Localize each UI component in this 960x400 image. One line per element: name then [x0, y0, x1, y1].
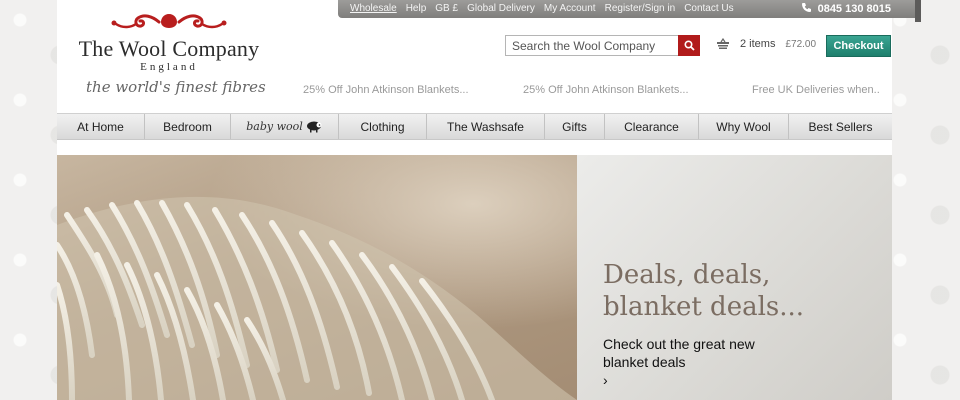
- currency-link[interactable]: GB £: [435, 3, 458, 14]
- utility-links: Wholesale Help GB £ Global Delivery My A…: [350, 3, 743, 14]
- nav-item-clearance[interactable]: Clearance: [605, 114, 699, 139]
- phone-icon: [801, 2, 812, 16]
- global-delivery-link[interactable]: Global Delivery: [467, 3, 535, 14]
- logo-ornament: [111, 14, 227, 29]
- basket-icon: [717, 38, 729, 49]
- hero-subtext-link: blanket deals: [603, 354, 686, 370]
- nav-item-clothing[interactable]: Clothing: [339, 114, 427, 139]
- nav-item-baby-wool[interactable]: baby wool: [231, 114, 339, 139]
- main-nav: At Home Bedroom baby wool Clothing The W…: [57, 113, 892, 140]
- brand-logo[interactable]: The Wool Company England the world's fin…: [64, 10, 274, 100]
- nav-item-at-home[interactable]: At Home: [57, 114, 145, 139]
- hero-subtext-line: Check out the great new: [603, 336, 755, 352]
- hero-heading: Deals, deals, blanket deals...: [603, 259, 883, 323]
- hero-blanket-image: [57, 155, 577, 400]
- my-account-link[interactable]: My Account: [544, 3, 596, 14]
- hero-subtext-line: blanket deals ›: [603, 353, 803, 389]
- baby-wool-logo: baby wool: [246, 120, 323, 133]
- search-button[interactable]: [678, 35, 700, 56]
- brand-tagline: the world's finest fibres: [86, 78, 266, 96]
- sheep-icon: [306, 121, 322, 133]
- wholesale-link[interactable]: Wholesale: [350, 3, 397, 14]
- nav-item-why-wool[interactable]: Why Wool: [699, 114, 789, 139]
- promo-item[interactable]: Free UK Deliveries when...: [752, 84, 880, 96]
- search-input[interactable]: [506, 36, 682, 55]
- basket-total: £72.00: [785, 38, 817, 50]
- hero-subtext[interactable]: Check out the great new blanket deals ›: [603, 335, 803, 389]
- help-link[interactable]: Help: [406, 3, 427, 14]
- phone-number: 0845 130 8015: [801, 2, 891, 16]
- baby-wool-label: baby wool: [246, 120, 303, 133]
- search-icon: [683, 40, 695, 51]
- contact-us-link[interactable]: Contact Us: [684, 3, 733, 14]
- basket-item-count: 2 items: [740, 38, 776, 50]
- checkout-button[interactable]: Checkout: [826, 35, 891, 57]
- register-signin-link[interactable]: Register/Sign in: [605, 3, 676, 14]
- brand-subtitle: England: [140, 61, 198, 73]
- hero-heading-line: blanket deals...: [603, 292, 805, 322]
- hero-banner[interactable]: Deals, deals, blanket deals... Check out…: [57, 155, 892, 400]
- nav-item-the-washsafe[interactable]: The Washsafe: [427, 114, 545, 139]
- nav-item-gifts[interactable]: Gifts: [545, 114, 605, 139]
- brand-name: The Wool Company: [78, 36, 260, 61]
- phone-number-text: 0845 130 8015: [817, 3, 891, 15]
- promo-item[interactable]: 25% Off John Atkinson Blankets...: [303, 84, 469, 96]
- nav-item-bedroom[interactable]: Bedroom: [145, 114, 231, 139]
- hero-text-panel: Deals, deals, blanket deals... Check out…: [577, 155, 892, 400]
- basket-summary[interactable]: 2 items £72.00: [716, 38, 816, 50]
- promo-item[interactable]: 25% Off John Atkinson Blankets...: [523, 84, 689, 96]
- nav-item-best-sellers[interactable]: Best Sellers: [789, 114, 892, 139]
- promo-strip: 25% Off John Atkinson Blankets... 25% Of…: [300, 84, 880, 98]
- chevron-right-icon: ›: [603, 372, 608, 388]
- utility-bar: Wholesale Help GB £ Global Delivery My A…: [338, 0, 921, 22]
- hero-heading-line: Deals, deals,: [603, 260, 771, 290]
- search-box: [505, 35, 700, 56]
